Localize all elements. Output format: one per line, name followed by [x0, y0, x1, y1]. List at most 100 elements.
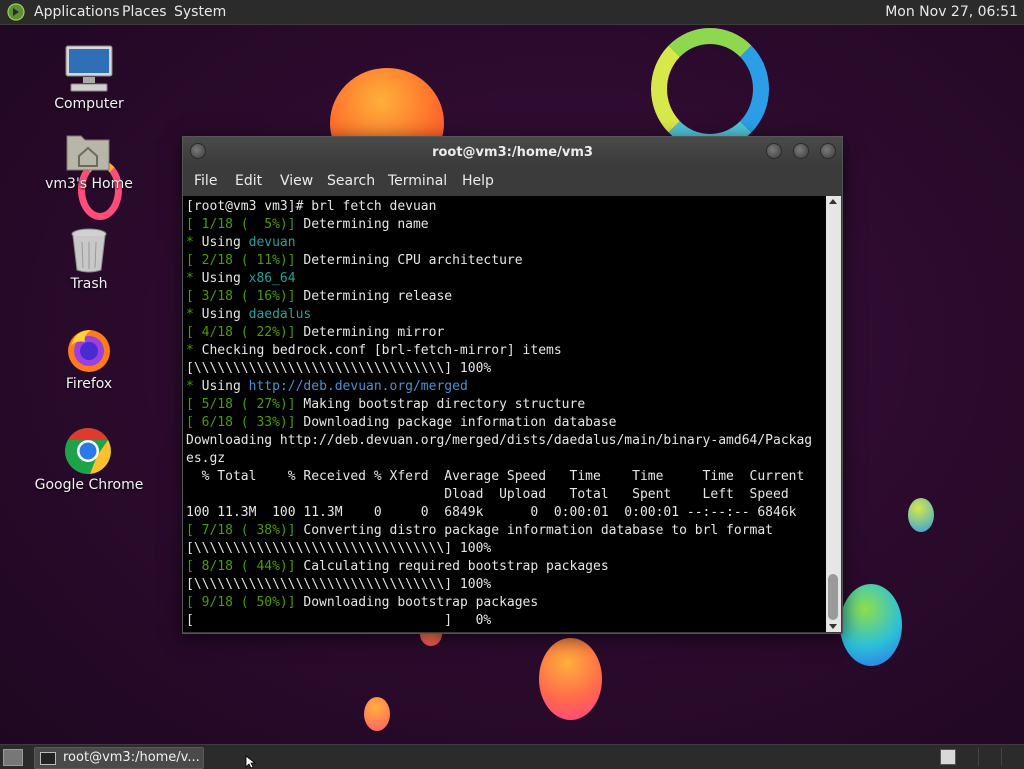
terminal-text: Using — [193, 235, 249, 250]
workspace-switcher-3[interactable] — [1001, 748, 1002, 766]
close-button[interactable] — [820, 143, 836, 159]
window-title: root@vm3:/home/vm3 — [432, 145, 593, 160]
terminal-text: [ 3/18 ( 16%)] — [186, 289, 296, 304]
terminal-line: es.gz — [186, 450, 812, 468]
terminal-text: devuan — [248, 235, 296, 250]
mouse-cursor-icon — [245, 755, 257, 768]
terminal-text: [ 5/18 ( 27%)] — [186, 397, 296, 412]
terminal-line: * Using devuan — [186, 234, 812, 252]
menu-terminal[interactable]: Terminal — [388, 173, 447, 189]
terminal-line: * Checking bedrock.conf [brl-fetch-mirro… — [186, 342, 812, 360]
terminal-line: [ 8/18 ( 44%)] Calculating required boot… — [186, 558, 812, 576]
chrome-icon — [65, 428, 111, 474]
menu-file[interactable]: File — [194, 173, 217, 189]
trash-icon — [71, 228, 107, 273]
terminal-text: * — [186, 343, 194, 358]
terminal-line: [ 5/18 ( 27%)] Making bootstrap director… — [186, 396, 812, 414]
terminal-text: [ 7/18 ( 38%)] — [186, 523, 296, 538]
menu-edit[interactable]: Edit — [235, 173, 262, 189]
terminal-text: Using — [193, 379, 249, 394]
terminal-line: Dload Upload Total Spent Left Speed — [186, 486, 812, 504]
terminal-text: * — [186, 235, 194, 250]
terminal-text: [ 1/18 ( 5%)] — [186, 217, 296, 232]
terminal-output[interactable]: [root@vm3 vm3]# brl fetch devuan [ 1/18 (… — [183, 196, 826, 632]
terminal-text: Making bootstrap directory structure — [295, 397, 586, 412]
taskbar-terminal-button[interactable]: root@vm3:/home/v... — [34, 747, 204, 769]
menu-help[interactable]: Help — [462, 173, 494, 189]
terminal-text: [ 6/18 ( 33%)] — [186, 415, 296, 430]
terminal-line: [ 1/18 ( 5%)] Determining name — [186, 216, 812, 234]
terminal-text: * — [186, 307, 194, 322]
terminal-line: [ ] 0% — [186, 612, 812, 630]
mate-logo-icon[interactable] — [7, 3, 25, 21]
places-menu[interactable]: Places — [122, 3, 167, 21]
terminal-text: Checking bedrock.conf [brl-fetch-mirror]… — [193, 343, 562, 358]
desktop-icon-label: Firefox — [65, 376, 113, 392]
terminal-text: [\\\\\\\\\\\\\\\\\\\\\\\\\\\\\\\\] 100% — [186, 577, 492, 592]
workspace-switcher-1[interactable] — [940, 749, 956, 765]
wallpaper-tiny-balloon — [364, 697, 390, 731]
terminal-text: Downloading package information database — [295, 415, 617, 430]
terminal-text: * — [186, 271, 194, 286]
terminal-icon — [40, 752, 56, 765]
terminal-text: es.gz — [186, 451, 226, 466]
terminal-line: [root@vm3 vm3]# brl fetch devuan — [186, 198, 812, 216]
wallpaper-small-bubble — [908, 498, 934, 532]
maximize-button[interactable] — [793, 143, 809, 159]
firefox-icon — [68, 330, 110, 372]
terminal-line: [ 3/18 ( 16%)] Determining release — [186, 288, 812, 306]
desktop-icon-label: Trash — [70, 276, 108, 292]
terminal-line: [ 9/18 ( 50%)] Downloading bootstrap pac… — [186, 594, 812, 612]
computer-icon — [65, 45, 113, 92]
terminal-menubar: File Edit View Search Terminal Help — [183, 167, 842, 195]
scroll-down-icon[interactable] — [829, 624, 837, 629]
terminal-text: http://deb.devuan.org/merged — [248, 379, 468, 394]
scrollbar-thumb[interactable] — [828, 574, 838, 620]
terminal-text: [ ] 0% — [186, 613, 492, 628]
terminal-text: Using — [193, 307, 249, 322]
applications-menu[interactable]: Applications — [34, 3, 120, 21]
desktop-icon-label: Google Chrome — [34, 477, 144, 493]
top-panel: Applications Places System Mon Nov 27, 0… — [0, 0, 1024, 25]
taskbar-label: root@vm3:/home/v... — [63, 750, 200, 765]
terminal-line: [\\\\\\\\\\\\\\\\\\\\\\\\\\\\\\\\] 100% — [186, 576, 812, 594]
menu-search[interactable]: Search — [327, 173, 375, 189]
terminal-line: * Using x86_64 — [186, 270, 812, 288]
terminal-text: Downloading bootstrap packages — [295, 595, 539, 610]
terminal-line: [\\\\\\\\\\\\\\\\\\\\\\\\\\\\\\\\] 100% — [186, 360, 812, 378]
terminal-line: [ 4/18 ( 22%)] Determining mirror — [186, 324, 812, 342]
terminal-text: Determining name — [295, 217, 429, 232]
menu-view[interactable]: View — [280, 173, 313, 189]
terminal-text: * — [186, 379, 194, 394]
terminal-scrollbar[interactable] — [826, 196, 841, 632]
terminal-text: Dload Upload Total Spent Left Speed — [186, 487, 789, 502]
desktop-icon-label: vm3's Home — [45, 176, 133, 192]
terminal-line: * Using http://deb.devuan.org/merged — [186, 378, 812, 396]
workspace-switcher-2[interactable] — [978, 748, 979, 766]
wallpaper-blue-bubble — [840, 584, 902, 666]
system-menu[interactable]: System — [174, 3, 226, 21]
terminal-line: 100 11.3M 100 11.3M 0 0 6849k 0 0:00:01 … — [186, 504, 812, 522]
show-desktop-icon[interactable] — [3, 749, 23, 766]
terminal-text: [ 4/18 ( 22%)] — [186, 325, 296, 340]
terminal-text: Converting distro package information da… — [295, 523, 774, 538]
terminal-text: Downloading http://deb.devuan.org/merged… — [186, 433, 813, 448]
bottom-panel: root@vm3:/home/v... — [0, 744, 1024, 769]
terminal-line: [ 6/18 ( 33%)] Downloading package infor… — [186, 414, 812, 432]
terminal-text: daedalus — [248, 307, 312, 322]
terminal-line: [\\\\\\\\\\\\\\\\\\\\\\\\\\\\\\\\] 100% — [186, 540, 812, 558]
terminal-text: Determining CPU architecture — [295, 253, 523, 268]
terminal-line: * Using daedalus — [186, 306, 812, 324]
terminal-window[interactable]: root@vm3:/home/vm3 File Edit View Search… — [182, 136, 843, 634]
wallpaper-ring — [651, 28, 769, 150]
minimize-button[interactable] — [766, 143, 782, 159]
terminal-line: Downloading http://deb.devuan.org/merged… — [186, 432, 812, 450]
clock[interactable]: Mon Nov 27, 06:51 — [885, 3, 1018, 21]
terminal-text: [root@vm3 vm3]# brl fetch devuan — [186, 199, 437, 214]
terminal-text: x86_64 — [248, 271, 296, 286]
scroll-up-icon[interactable] — [829, 199, 837, 204]
terminal-text: [ 9/18 ( 50%)] — [186, 595, 296, 610]
terminal-lines: [root@vm3 vm3]# brl fetch devuan [ 1/18 (… — [186, 198, 812, 630]
window-titlebar[interactable]: root@vm3:/home/vm3 — [183, 137, 842, 167]
terminal-text: 100 11.3M 100 11.3M 0 0 6849k 0 0:00:01 … — [186, 505, 797, 520]
